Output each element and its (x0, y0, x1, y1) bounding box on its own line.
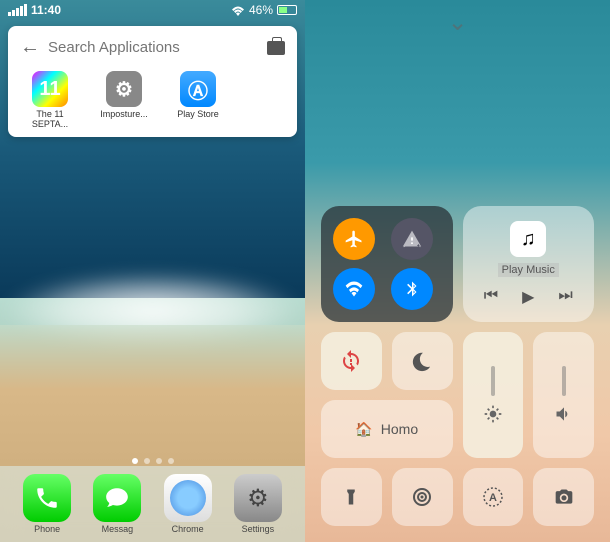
wifi-icon (231, 5, 245, 16)
search-result-app[interactable]: 11 The 11 SEPTA... (22, 71, 78, 129)
next-track-button[interactable]: ⏭ (558, 287, 572, 307)
back-icon[interactable]: ← (20, 36, 40, 59)
dock-label: Messag (93, 524, 141, 534)
search-input[interactable] (48, 39, 259, 56)
status-bar: 11:40 46% (0, 0, 305, 20)
appstore-icon: Ⓐ (180, 71, 216, 107)
home-screen: 11:40 46% ← 11 The 11 SEPTA... ⚙ Impostu… (0, 0, 305, 542)
play-button[interactable]: ▶ (522, 287, 534, 307)
dock-label: Chrome (164, 524, 212, 534)
safari-icon (164, 474, 212, 522)
dock: Phone Messag Chrome ⚙ Settings (0, 466, 305, 542)
app-11-icon: 11 (32, 71, 68, 107)
brightness-slider[interactable] (463, 332, 524, 458)
airplane-mode-button[interactable] (333, 218, 375, 260)
dock-label: Phone (23, 524, 71, 534)
flashlight-button[interactable] (321, 468, 382, 526)
wifi-button[interactable] (333, 268, 375, 310)
music-title: Play Music (498, 263, 559, 277)
battery-icon (277, 5, 297, 15)
svg-text:A: A (489, 492, 497, 504)
signal-icon (8, 4, 27, 16)
search-result-app[interactable]: ⚙ Imposture... (96, 71, 152, 129)
control-center-screen: ⌄ ♫ Play Music ⏮ ▶ ⏭ 🏠 Homo A (305, 0, 610, 542)
settings-icon: ⚙ (234, 474, 282, 522)
message-icon (93, 474, 141, 522)
control-center-grid: ♫ Play Music ⏮ ▶ ⏭ 🏠 Homo A (305, 206, 610, 542)
dock-chrome[interactable]: Chrome (164, 474, 212, 534)
dock-label: Settings (234, 524, 282, 534)
briefcase-icon[interactable] (267, 41, 285, 55)
battery-percentage: 46% (249, 3, 273, 17)
rotation-lock-button[interactable] (321, 332, 382, 390)
app-label: Imposture... (96, 109, 152, 119)
hotspot-button[interactable] (392, 468, 453, 526)
chevron-down-icon[interactable]: ⌄ (305, 0, 610, 37)
bluetooth-button[interactable] (391, 268, 433, 310)
home-button[interactable]: 🏠 Homo (321, 400, 453, 458)
status-time: 11:40 (31, 3, 61, 17)
dock-settings[interactable]: ⚙ Settings (234, 474, 282, 534)
phone-icon (23, 474, 71, 522)
cellular-data-button[interactable] (391, 218, 433, 260)
volume-slider[interactable] (533, 332, 594, 458)
do-not-disturb-button[interactable] (392, 332, 453, 390)
music-widget[interactable]: ♫ Play Music ⏮ ▶ ⏭ (463, 206, 595, 322)
auto-brightness-button[interactable]: A (463, 468, 524, 526)
dock-phone[interactable]: Phone (23, 474, 71, 534)
app-label: Play Store (170, 109, 226, 119)
home-label: Homo (381, 421, 418, 437)
connectivity-group (321, 206, 453, 322)
gear-icon: ⚙ (106, 71, 142, 107)
search-card: ← 11 The 11 SEPTA... ⚙ Imposture... Ⓐ Pl… (8, 26, 297, 137)
music-app-icon: ♫ (510, 221, 546, 257)
home-icon: 🏠 (355, 421, 372, 438)
dock-messages[interactable]: Messag (93, 474, 141, 534)
app-label: The 11 SEPTA... (22, 109, 78, 129)
camera-button[interactable] (533, 468, 594, 526)
search-result-app[interactable]: Ⓐ Play Store (170, 71, 226, 129)
page-indicator[interactable] (132, 458, 174, 464)
prev-track-button[interactable]: ⏮ (484, 287, 498, 307)
